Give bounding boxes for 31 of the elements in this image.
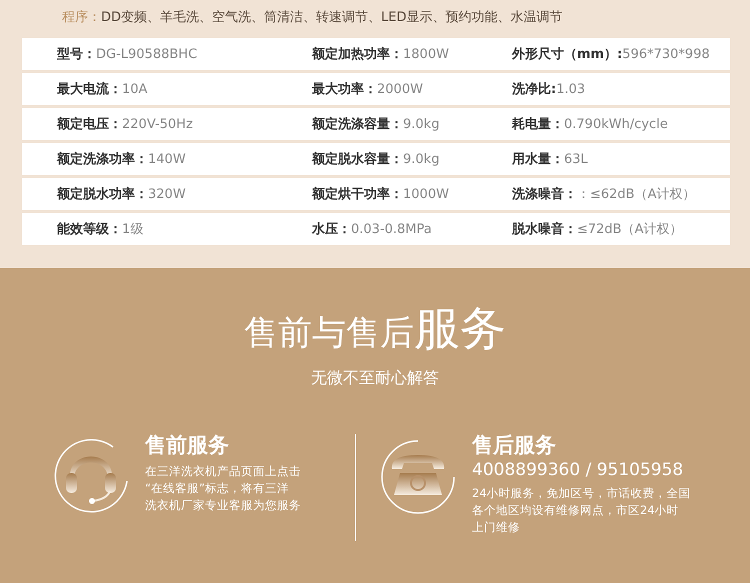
section-title-emphasis: 服务 <box>414 300 506 357</box>
spec-cell-text: 能效等级：1级 <box>57 221 144 238</box>
service-description: 洗衣机厂家专业客服为您服务 <box>145 497 301 514</box>
spec-cell-text: 额定加热功率：1800W <box>312 46 450 63</box>
program-list: 程序：DD变频、羊毛洗、空气洗、筒清洁、转速调节、LED显示、预约功能、水温调节 <box>22 8 730 38</box>
service-description: 在三洋洗衣机产品页面上点击 <box>145 463 301 480</box>
spec-cell-text: 型号：DG-L90588BHC <box>57 46 198 63</box>
spec-cell-text: 最大功率：2000W <box>312 80 424 98</box>
service-description: 24小时服务，免加区号，市话收费，全国 <box>472 485 691 502</box>
section-subtitle: 无微不至耐心解答 <box>311 368 439 389</box>
spec-cell-text: 脱水噪音：≤72dB（A计权） <box>512 220 684 238</box>
spec-cell-text: 额定洗涤功率：140W <box>57 150 187 168</box>
spec-cell-text: 用水量：63L <box>512 151 589 168</box>
section-title: 售前与售后 <box>244 312 414 355</box>
spec-cell-text: 额定洗涤容量：9.0kg <box>312 116 440 133</box>
spec-cell-text: 洗涤噪音：：≤62dB（A计权） <box>512 186 696 203</box>
spec-cell-text: 额定电压：220V-50Hz <box>57 116 194 133</box>
service-title: 售后服务 <box>472 432 557 459</box>
spec-cell-text: 外形尺寸（mm）:596*730*998 <box>512 46 711 63</box>
phone-numbers: 4008899360 / 95105958 <box>472 459 684 481</box>
spec-cell-text: 最大电流：10A <box>57 80 148 98</box>
spec-cell-text: 水压：0.03-0.8MPa <box>312 221 433 238</box>
spec-cell-text: 额定烘干功率：1000W <box>312 186 450 203</box>
service-title: 售前服务 <box>145 432 230 459</box>
service-description: “在线客服”标志，将有三洋 <box>145 480 290 497</box>
spec-cell-text: 耗电量：0.790kWh/cycle <box>512 116 669 133</box>
spec-cell-text: 洗净比:1.03 <box>512 81 586 98</box>
service-description: 各个地区均设有维修网点，市区24小时 <box>472 502 680 519</box>
spec-cell-text: 额定脱水容量：9.0kg <box>312 150 440 168</box>
service-description: 上门维修 <box>472 519 521 536</box>
spec-cell-text: 额定脱水功率：320W <box>57 186 187 203</box>
